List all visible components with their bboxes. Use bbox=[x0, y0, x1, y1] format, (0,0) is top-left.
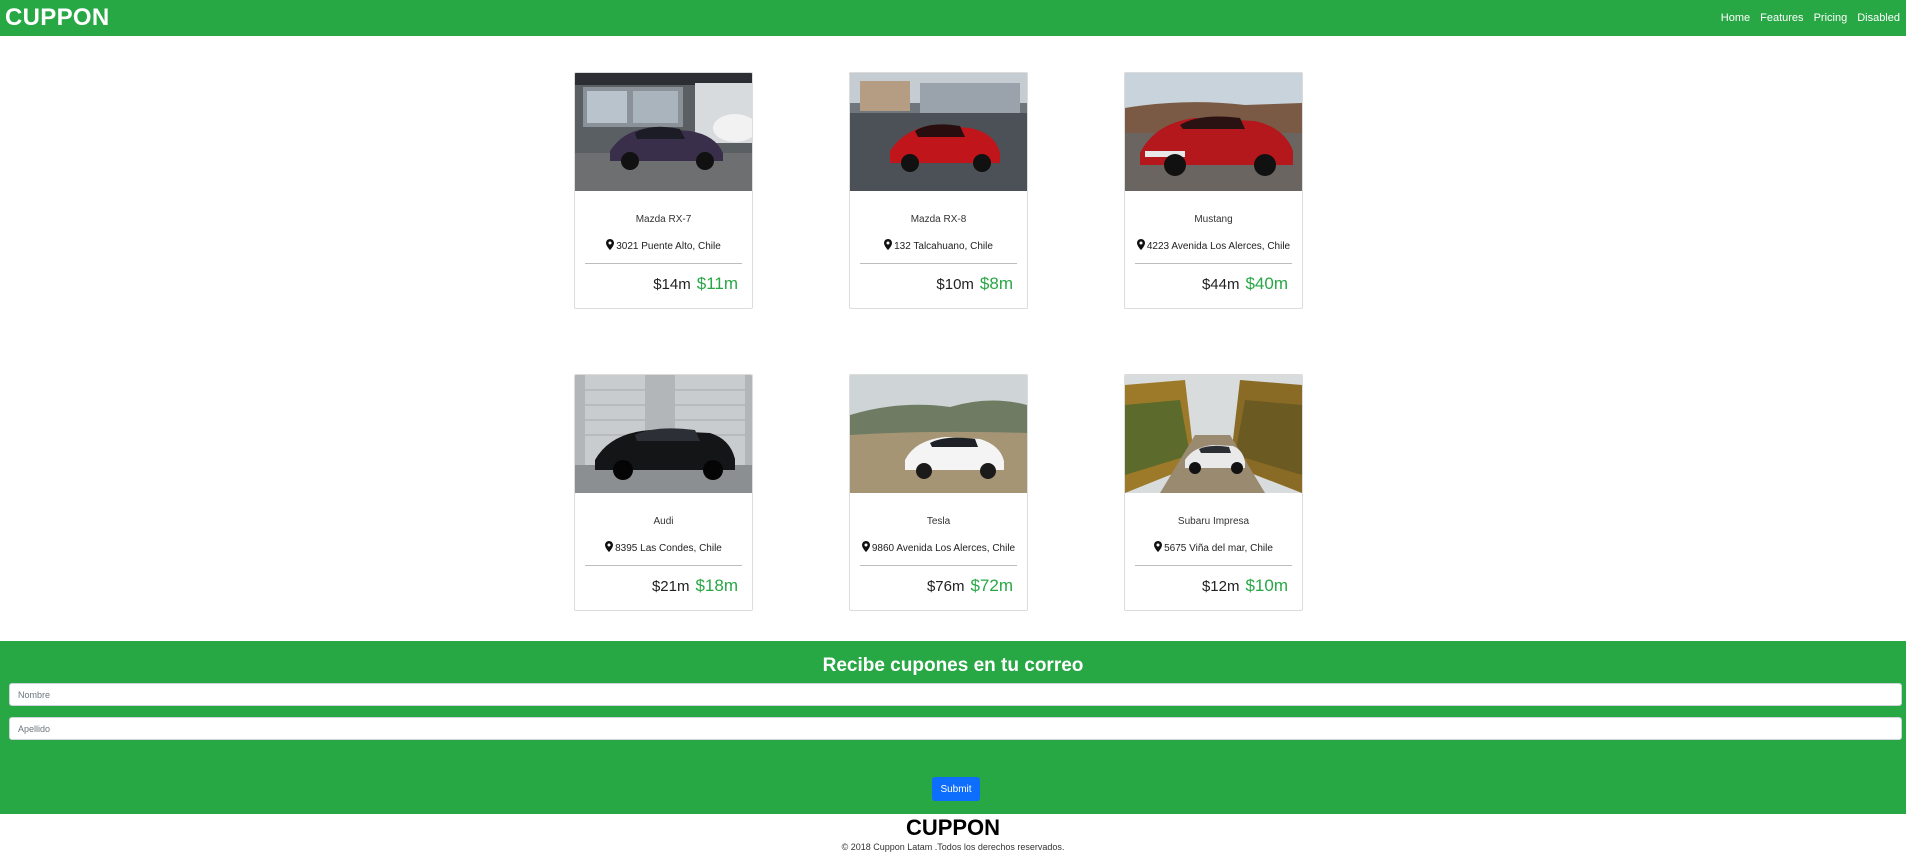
map-marker-icon bbox=[1136, 239, 1145, 250]
footer-copyright: © 2018 Cuppon Latam .Todos los derechos … bbox=[841, 842, 1065, 852]
car-title: Mazda RX-8 bbox=[910, 214, 967, 225]
price-row: $21m $18m bbox=[575, 576, 752, 596]
product-card[interactable]: Mazda RX-8 132 Talcahuano, Chile $10m $8m bbox=[849, 72, 1028, 309]
new-price: $10m bbox=[1245, 576, 1288, 595]
nav-link-pricing[interactable]: Pricing bbox=[1814, 12, 1848, 24]
old-price: $12m bbox=[1201, 578, 1240, 595]
first-name-input[interactable] bbox=[9, 683, 1902, 706]
new-price: $11m bbox=[696, 274, 738, 293]
car-title: Subaru Impresa bbox=[1177, 516, 1250, 527]
car-location: 9860 Avenida Los Alerces, Chile bbox=[850, 541, 1027, 554]
car-image bbox=[1125, 375, 1302, 493]
car-title: Tesla bbox=[926, 516, 951, 527]
product-card[interactable]: Subaru Impresa 5675 Viña del mar, Chile … bbox=[1124, 374, 1303, 611]
newsletter-section: Recibe cupones en tu correo Submit bbox=[0, 641, 1906, 814]
submit-button[interactable]: Submit bbox=[932, 777, 980, 801]
car-location: 3021 Puente Alto, Chile bbox=[575, 239, 752, 252]
map-marker-icon bbox=[884, 239, 893, 250]
old-price: $21m bbox=[651, 578, 690, 595]
price-row: $12m $10m bbox=[1125, 576, 1302, 596]
newsletter-title: Recibe cupones en tu correo bbox=[822, 655, 1084, 676]
car-location: 132 Talcahuano, Chile bbox=[850, 239, 1027, 252]
divider bbox=[1135, 263, 1292, 264]
brand-logo[interactable]: CUPPON bbox=[5, 4, 109, 32]
nav-link-home[interactable]: Home bbox=[1721, 12, 1750, 24]
old-price: $14m bbox=[653, 276, 691, 293]
price-row: $44m $40m bbox=[1125, 274, 1302, 294]
divider bbox=[585, 263, 742, 264]
new-price: $18m bbox=[695, 576, 738, 595]
footer-brand: CUPPON bbox=[905, 815, 1001, 840]
old-price: $44m bbox=[1201, 276, 1240, 293]
nav-link-features[interactable]: Features bbox=[1760, 12, 1803, 24]
car-image bbox=[575, 73, 752, 191]
price-row: $14m $11m bbox=[575, 274, 752, 294]
car-location: 4223 Avenida Los Alerces, Chile bbox=[1125, 239, 1302, 252]
map-marker-icon bbox=[606, 239, 615, 250]
divider bbox=[1135, 565, 1292, 566]
price-row: $76m $72m bbox=[850, 576, 1027, 596]
new-price: $72m bbox=[970, 576, 1013, 595]
product-card[interactable]: Tesla 9860 Avenida Los Alerces, Chile $7… bbox=[849, 374, 1028, 611]
car-title: Mazda RX-7 bbox=[635, 214, 692, 225]
location-text: 5675 Viña del mar, Chile bbox=[1164, 543, 1273, 554]
car-location: 8395 Las Condes, Chile bbox=[575, 541, 752, 554]
product-card[interactable]: Mazda RX-7 3021 Puente Alto, Chile $14m $… bbox=[574, 72, 753, 309]
car-image bbox=[850, 73, 1027, 191]
old-price: $76m bbox=[926, 578, 965, 595]
divider bbox=[860, 565, 1017, 566]
location-text: 8395 Las Condes, Chile bbox=[615, 543, 722, 554]
car-image bbox=[575, 375, 752, 493]
car-image bbox=[1125, 73, 1302, 191]
new-price: $40m bbox=[1245, 274, 1288, 293]
car-location: 5675 Viña del mar, Chile bbox=[1125, 541, 1302, 554]
map-marker-icon bbox=[1154, 541, 1163, 552]
map-marker-icon bbox=[861, 541, 870, 552]
location-text: 3021 Puente Alto, Chile bbox=[616, 241, 721, 252]
product-card[interactable]: Mustang 4223 Avenida Los Alerces, Chile … bbox=[1124, 72, 1303, 309]
car-title: Audi bbox=[653, 516, 674, 527]
car-image bbox=[850, 375, 1027, 493]
product-card[interactable]: Audi 8395 Las Condes, Chile $21m $18m bbox=[574, 374, 753, 611]
map-marker-icon bbox=[605, 541, 614, 552]
navbar: CUPPON Home Features Pricing Disabled bbox=[0, 0, 1906, 36]
last-name-input[interactable] bbox=[9, 717, 1902, 740]
location-text: 9860 Avenida Los Alerces, Chile bbox=[871, 543, 1016, 554]
divider bbox=[585, 565, 742, 566]
old-price: $10m bbox=[936, 276, 974, 293]
nav-link-disabled[interactable]: Disabled bbox=[1857, 12, 1900, 24]
price-row: $10m $8m bbox=[850, 274, 1027, 294]
new-price: $8m bbox=[979, 274, 1013, 293]
nav-links: Home Features Pricing Disabled bbox=[1711, 12, 1900, 24]
location-text: 4223 Avenida Los Alerces, Chile bbox=[1146, 241, 1291, 252]
divider bbox=[860, 263, 1017, 264]
location-text: 132 Talcahuano, Chile bbox=[894, 241, 993, 252]
car-title: Mustang bbox=[1194, 214, 1233, 225]
